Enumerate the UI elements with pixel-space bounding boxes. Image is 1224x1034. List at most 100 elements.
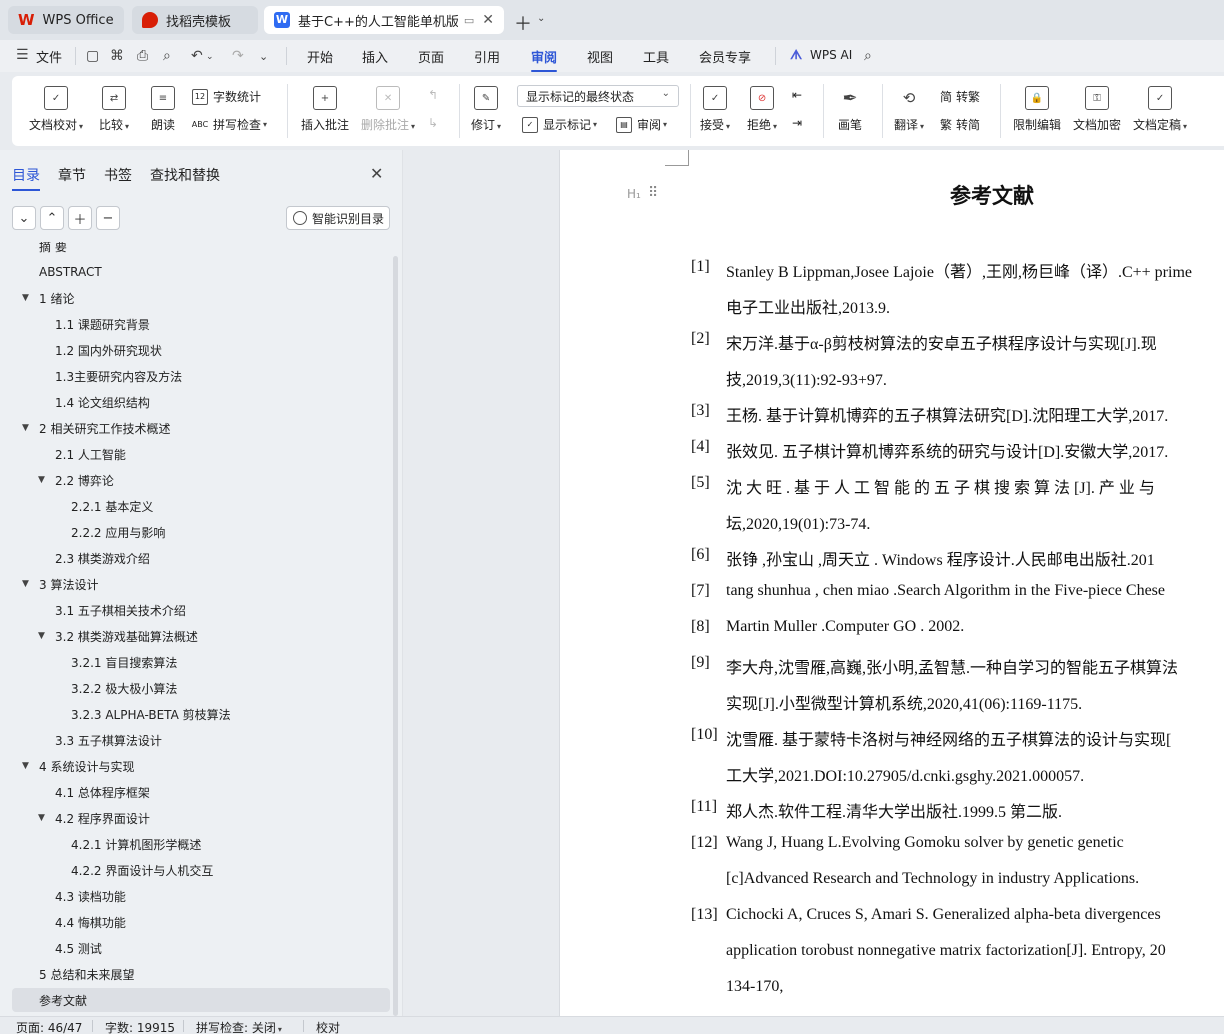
search-icon[interactable]: ⌕ xyxy=(864,48,872,64)
toc-item[interactable]: ▼ 3 算法设计 xyxy=(12,572,390,596)
toc-item[interactable]: 3.3 五子棋算法设计 xyxy=(12,728,390,752)
toc-item[interactable]: 5 总结和未来展望 xyxy=(12,962,390,986)
toc-item[interactable]: ▼ 1 绪论 xyxy=(12,286,390,310)
toc-item[interactable]: 1.1 课题研究背景 xyxy=(12,312,390,336)
tab-docer-templates[interactable]: 找稻壳模板 xyxy=(132,6,258,34)
chevron-down-icon[interactable]: ⌄ xyxy=(537,13,545,24)
to-simplified-button[interactable]: 繁 转简 xyxy=(940,116,980,133)
expand-arrow-icon[interactable]: ▼ xyxy=(22,293,29,303)
file-menu[interactable]: 文件 xyxy=(36,47,62,66)
toc-item[interactable]: 3.2.1 盲目搜索算法 xyxy=(12,650,390,674)
heading-style-marker[interactable]: H₁ xyxy=(627,187,641,201)
page-counter[interactable]: 页面: 46/47 xyxy=(16,1019,82,1034)
chevron-down-icon[interactable]: ⌄ xyxy=(206,52,214,62)
expand-arrow-icon[interactable]: ▼ xyxy=(22,761,29,771)
restrict-edit-button[interactable]: 🔒 限制编辑 xyxy=(1013,86,1061,133)
drag-handle-icon[interactable]: ⠿ xyxy=(648,185,658,201)
toc-item[interactable]: ▼ 2 相关研究工作技术概述 xyxy=(12,416,390,440)
toc-item[interactable]: 4.5 测试 xyxy=(12,936,390,960)
track-changes-button[interactable]: ✎ 修订 ▾ xyxy=(471,86,501,133)
toc-item[interactable]: ▼ 4.2 程序界面设计 xyxy=(12,806,390,830)
prev-comment-icon[interactable]: ↰ xyxy=(428,88,438,102)
redo-icon[interactable]: ↷ xyxy=(232,48,244,64)
hamburger-menu-icon[interactable]: ☰ xyxy=(16,47,29,63)
toc-item[interactable]: 4.2.2 界面设计与人机交互 xyxy=(12,858,390,882)
toc-item[interactable]: 4.4 悔棋功能 xyxy=(12,910,390,934)
proofread-status[interactable]: 校对 xyxy=(316,1019,340,1034)
chevron-down-icon[interactable]: ⌄ xyxy=(259,50,268,63)
add-level-button[interactable]: ＋ xyxy=(68,206,92,230)
panel-tab-bookmarks[interactable]: 书签 xyxy=(104,165,132,185)
show-markup-button[interactable]: ✓ 显示标记 ▾ xyxy=(522,116,597,133)
menu-tab-home[interactable]: 开始 xyxy=(307,47,333,66)
toc-item[interactable]: 1.4 论文组织结构 xyxy=(12,390,390,414)
document-page[interactable]: H₁ ⠿ 参考文献 [1] Stanley B Lippman,Josee Laj… xyxy=(559,150,1224,1016)
toc-item[interactable]: 1.3主要研究内容及方法 xyxy=(12,364,390,388)
close-panel-icon[interactable]: ✕ xyxy=(370,164,383,183)
tab-wps-office[interactable]: W WPS Office xyxy=(8,6,124,34)
toc-item[interactable]: 1.2 国内外研究现状 xyxy=(12,338,390,362)
toc-item[interactable]: 4.1 总体程序框架 xyxy=(12,780,390,804)
toc-item[interactable]: 3.1 五子棋相关技术介绍 xyxy=(12,598,390,622)
markup-state-select[interactable]: 显示标记的最终状态 ⌄ xyxy=(517,85,679,107)
toc-item[interactable]: 2.3 棋类游戏介绍 xyxy=(12,546,390,570)
expand-arrow-icon[interactable]: ▼ xyxy=(38,631,45,641)
next-comment-icon[interactable]: ↳ xyxy=(428,116,438,130)
remove-level-button[interactable]: − xyxy=(96,206,120,230)
menu-tab-membership[interactable]: 会员专享 xyxy=(699,47,751,66)
menu-tab-tools[interactable]: 工具 xyxy=(643,47,669,66)
expand-arrow-icon[interactable]: ▼ xyxy=(22,423,29,433)
expand-arrow-icon[interactable]: ▼ xyxy=(38,475,45,485)
insert-comment-button[interactable]: + 插入批注 xyxy=(301,86,349,133)
toc-item[interactable]: 4.2.1 计算机图形学概述 xyxy=(12,832,390,856)
tab-current-document[interactable]: W 基于C++的人工智能单机版棋 ▭ ✕ xyxy=(264,6,504,34)
panel-tab-toc[interactable]: 目录 xyxy=(12,165,40,191)
close-tab-icon[interactable]: ✕ xyxy=(482,12,494,28)
save-icon[interactable]: ▢ xyxy=(86,48,99,64)
toc-scrollbar[interactable] xyxy=(393,256,398,1016)
expand-down-button[interactable]: ⌄ xyxy=(12,206,36,230)
menu-tab-review[interactable]: 审阅 xyxy=(531,47,558,72)
accept-button[interactable]: ✓ 接受 ▾ xyxy=(700,86,730,133)
print-preview-icon[interactable]: ⌕ xyxy=(163,48,171,64)
review-pane-button[interactable]: ▤ 审阅 ▾ xyxy=(616,116,667,133)
toc-item[interactable]: 4.3 读档功能 xyxy=(12,884,390,908)
toc-item[interactable]: 3.2.3 ALPHA-BETA 剪枝算法 xyxy=(12,702,390,726)
share-icon[interactable]: ⌘ xyxy=(110,48,124,64)
smart-toc-button[interactable]: 智能识别目录 xyxy=(286,206,390,230)
menu-tab-references[interactable]: 引用 xyxy=(474,47,500,66)
pen-button[interactable]: ✒ 画笔 xyxy=(838,86,862,133)
toc-item[interactable]: 2.1 人工智能 xyxy=(12,442,390,466)
toc-item[interactable]: ▼ 4 系统设计与实现 xyxy=(12,754,390,778)
toc-item[interactable]: ▼ 2.2 博弈论 xyxy=(12,468,390,492)
undo-icon[interactable]: ↶ xyxy=(191,48,203,64)
read-aloud-button[interactable]: ≡ 朗读 xyxy=(151,86,175,133)
menu-tab-insert[interactable]: 插入 xyxy=(362,47,388,66)
panel-tab-find-replace[interactable]: 查找和替换 xyxy=(150,165,220,185)
wps-ai-icon[interactable]: ᗑ xyxy=(790,48,802,63)
toc-item[interactable]: 2.2.1 基本定义 xyxy=(12,494,390,518)
toc-item[interactable]: ▼ 3.2 棋类游戏基础算法概述 xyxy=(12,624,390,648)
print-icon[interactable]: ⎙ xyxy=(137,48,148,64)
to-traditional-button[interactable]: 简 转繁 xyxy=(940,88,980,105)
expand-arrow-icon[interactable]: ▼ xyxy=(22,579,29,589)
compare-button[interactable]: ⇄ 比较 ▾ xyxy=(99,86,129,133)
next-change-icon[interactable]: ⇥ xyxy=(792,116,802,130)
menu-tab-view[interactable]: 视图 xyxy=(587,47,613,66)
word-counter[interactable]: 字数: 19915 xyxy=(105,1019,175,1034)
panel-tab-sections[interactable]: 章节 xyxy=(58,165,86,185)
expand-arrow-icon[interactable]: ▼ xyxy=(38,813,45,823)
toc-item[interactable]: 摘 要 xyxy=(12,242,390,258)
word-count-button[interactable]: 12 字数统计 xyxy=(192,88,261,105)
wps-ai-button[interactable]: WPS AI xyxy=(810,48,852,62)
menu-tab-page[interactable]: 页面 xyxy=(418,47,444,66)
toc-item[interactable]: ABSTRACT xyxy=(12,260,390,284)
collapse-up-button[interactable]: ⌃ xyxy=(40,206,64,230)
spell-check-status[interactable]: 拼写检查: 关闭 ▾ xyxy=(196,1019,282,1034)
spell-check-button[interactable]: ABC 拼写检查 ▾ xyxy=(192,116,267,133)
toc-item[interactable]: 参考文献 xyxy=(12,988,390,1012)
toc-item[interactable]: 3.2.2 极大极小算法 xyxy=(12,676,390,700)
new-tab-plus-icon[interactable]: ＋ xyxy=(514,10,532,36)
reject-button[interactable]: ⊘ 拒绝 ▾ xyxy=(747,86,777,133)
encrypt-button[interactable]: ⚿ 文档加密 xyxy=(1073,86,1121,133)
